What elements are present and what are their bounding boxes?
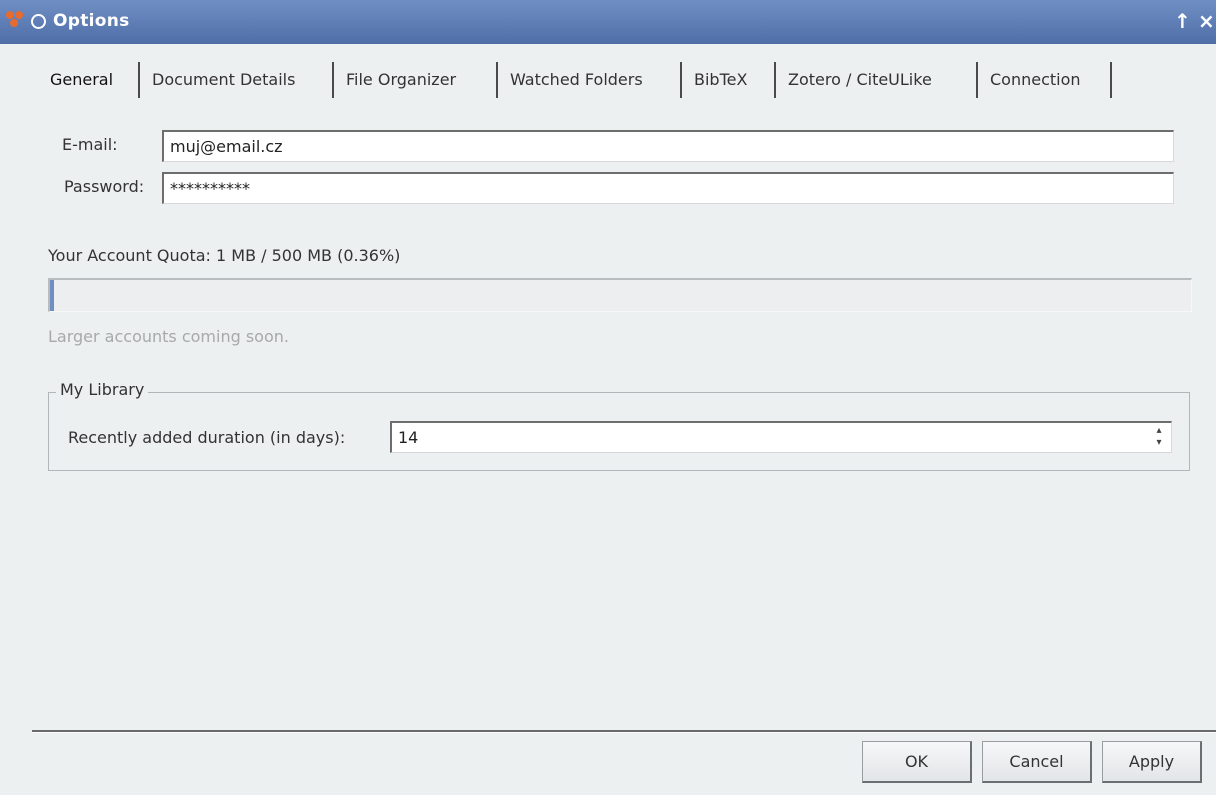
cancel-button[interactable]: Cancel: [982, 741, 1092, 783]
window-menu-icon[interactable]: [31, 14, 46, 29]
tab-connection[interactable]: Connection: [978, 62, 1112, 98]
ok-button[interactable]: OK: [862, 741, 972, 783]
tab-zotero-citeulike[interactable]: Zotero / CiteULike: [776, 62, 978, 98]
email-label: E-mail:: [62, 135, 118, 154]
dialog-separator: [32, 730, 1216, 733]
tab-bibtex[interactable]: BibTeX: [682, 62, 776, 98]
password-label: Password:: [64, 177, 145, 196]
mendeley-icon: [6, 11, 24, 29]
tab-file-organizer[interactable]: File Organizer: [334, 62, 498, 98]
window-title: Options: [53, 11, 130, 31]
recently-added-label: Recently added duration (in days):: [68, 428, 346, 447]
tab-document-details[interactable]: Document Details: [140, 62, 334, 98]
quota-progress-fill: [50, 280, 55, 311]
close-icon[interactable]: ×: [1198, 9, 1215, 33]
up-arrow-icon[interactable]: ↑: [1174, 9, 1191, 33]
recently-added-spinbox[interactable]: ▴▾: [390, 421, 1172, 453]
window-titlebar[interactable]: Options ↑ ×: [0, 0, 1216, 44]
quota-note: Larger accounts coming soon.: [48, 327, 289, 346]
account-quota-text: Your Account Quota: 1 MB / 500 MB (0.36%…: [48, 246, 401, 265]
tab-general[interactable]: General: [38, 62, 140, 98]
spin-arrows-icon[interactable]: ▴ ▾: [1150, 425, 1168, 449]
my-library-title: My Library: [56, 380, 149, 399]
password-field[interactable]: [162, 172, 1174, 204]
email-field[interactable]: [162, 130, 1174, 162]
tab-watched-folders[interactable]: Watched Folders: [498, 62, 682, 98]
apply-button[interactable]: Apply: [1102, 741, 1202, 783]
quota-progress-bar: [48, 278, 1192, 312]
recently-added-input[interactable]: [390, 421, 1172, 453]
